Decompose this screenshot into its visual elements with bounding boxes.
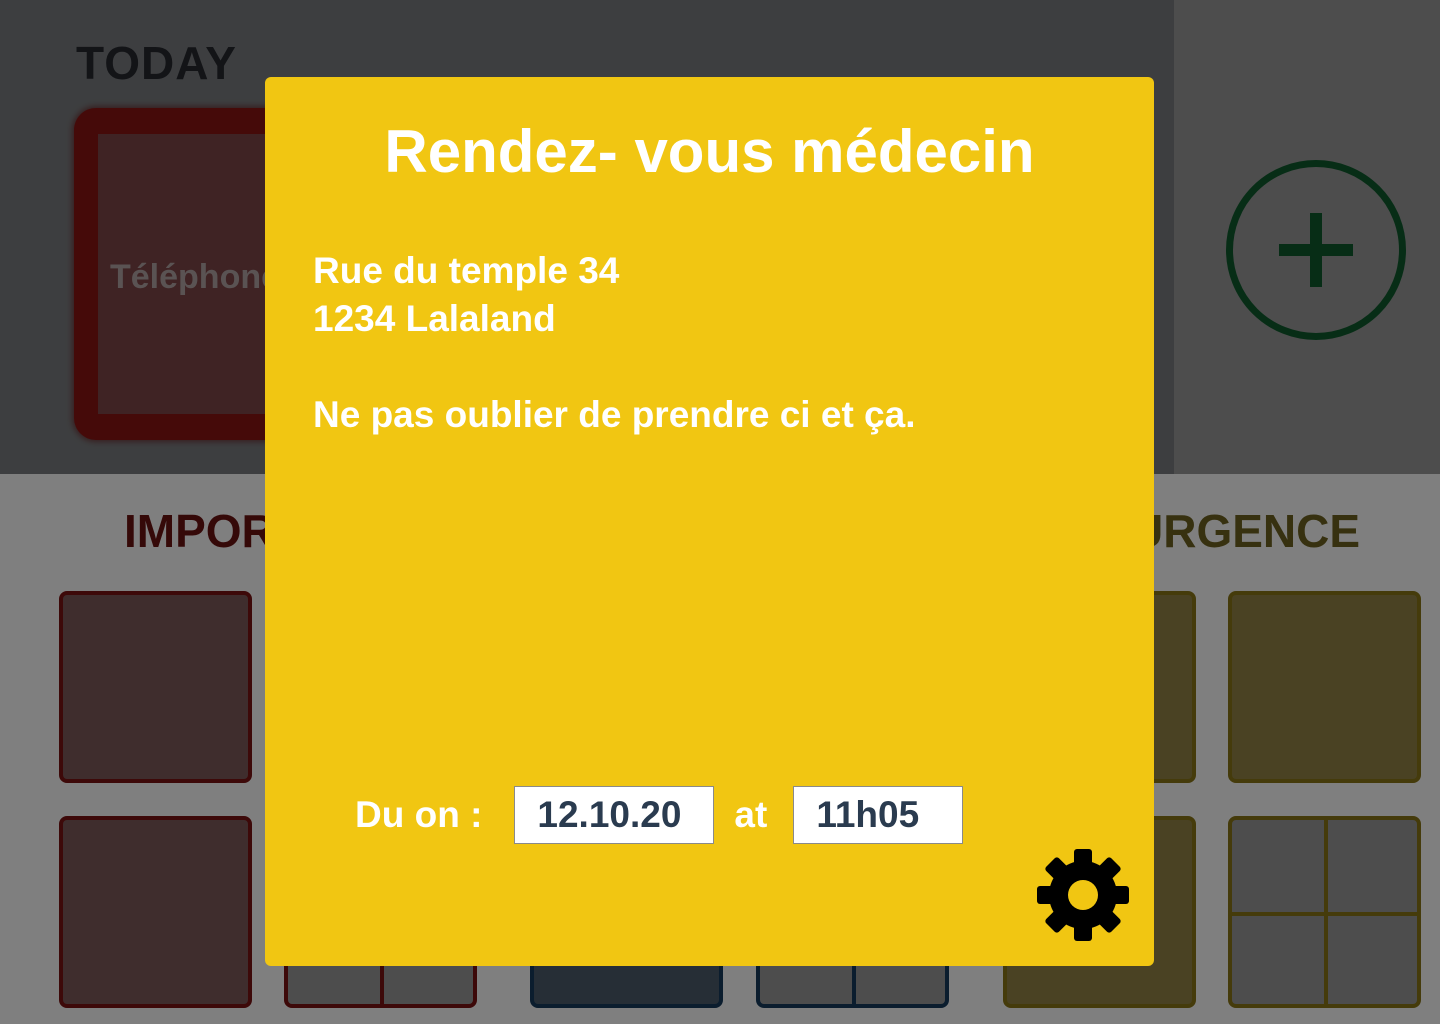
task-note: Ne pas oublier de prendre ci et ça.: [313, 394, 916, 435]
task-description: Rue du temple 34 1234 Lalaland Ne pas ou…: [313, 247, 1103, 439]
settings-button[interactable]: [1033, 845, 1133, 945]
address-line-2: 1234 Lalaland: [313, 298, 556, 339]
task-detail-modal: Rendez- vous médecin Rue du temple 34 12…: [265, 77, 1154, 966]
gear-icon: [1037, 849, 1129, 941]
address-line-1: Rue du temple 34: [313, 250, 620, 291]
due-date-row: Du on : at: [355, 786, 964, 844]
modal-title: Rendez- vous médecin: [384, 118, 1035, 185]
due-date-field[interactable]: [514, 786, 715, 844]
at-label: at: [734, 794, 768, 835]
due-time-field[interactable]: [793, 786, 964, 844]
due-label: Du on :: [355, 794, 483, 835]
